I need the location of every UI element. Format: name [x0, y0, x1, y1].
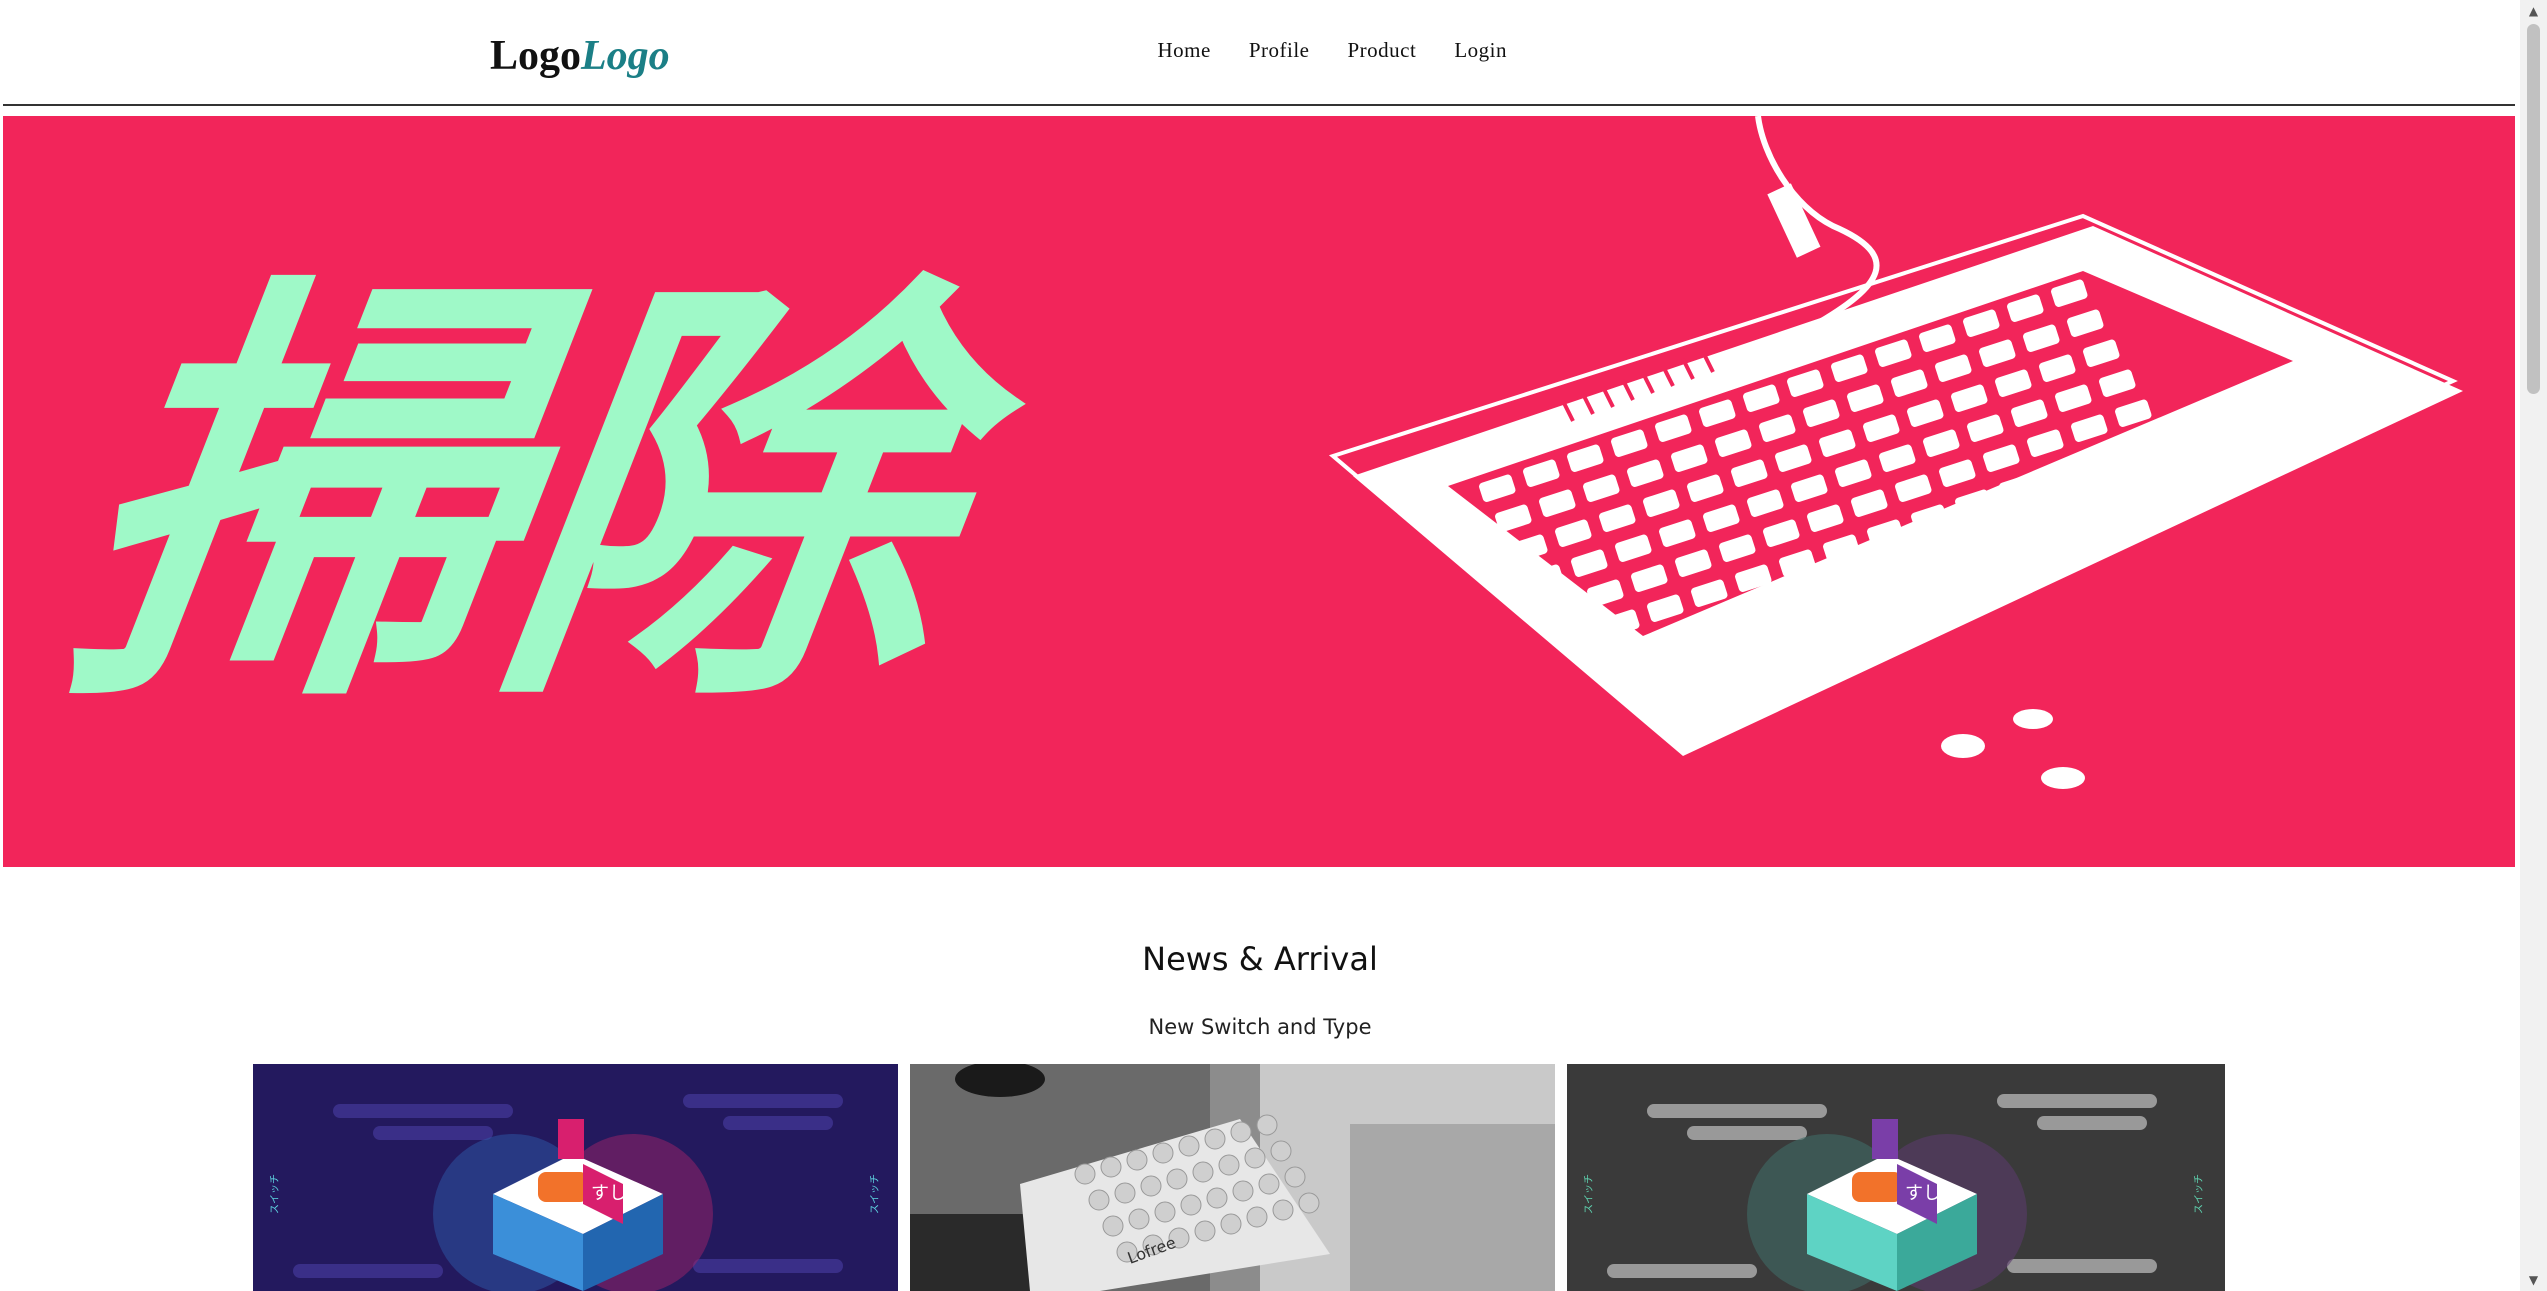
card-sushi-label-2: すし	[1905, 1183, 1941, 1204]
scroll-thumb[interactable]	[2527, 24, 2540, 394]
photo-keycap	[1230, 1121, 1252, 1143]
scroll-up-arrow-icon[interactable]: ▲	[2520, 0, 2547, 22]
photo-keycap	[1100, 1156, 1122, 1178]
photo-keycap	[1192, 1161, 1214, 1183]
photo-keycap	[1154, 1201, 1176, 1223]
news-subtitle: New Switch and Type	[1148, 1015, 1372, 1039]
photo-keycap	[1178, 1135, 1200, 1157]
photo-keycap	[1272, 1199, 1294, 1221]
card-side-label-right: スイッチ	[869, 1174, 881, 1214]
hero-banner: 掃除	[3, 116, 2515, 867]
news-cards: すし スイッチ スイッチ Lofree すし スイッチ スイッチ	[253, 1064, 2225, 1291]
photo-keycap	[1270, 1140, 1292, 1162]
nav-product[interactable]: Product	[1348, 38, 1417, 63]
nav-profile[interactable]: Profile	[1249, 38, 1310, 63]
news-card-sushi-switch-grey[interactable]: すし スイッチ スイッチ	[1567, 1064, 2225, 1291]
header-divider	[3, 104, 2515, 106]
photo-keycap	[1088, 1189, 1110, 1211]
photo-keycap	[1194, 1220, 1216, 1242]
card-side-label-left-2: スイッチ	[1583, 1174, 1595, 1214]
logo-text-primary: Logo	[490, 33, 582, 79]
photo-keycap	[1232, 1180, 1254, 1202]
photo-keycap	[1074, 1163, 1096, 1185]
news-card-sushi-switch-purple[interactable]: すし スイッチ スイッチ	[253, 1064, 898, 1291]
photo-keycap	[1206, 1187, 1228, 1209]
photo-keycap	[1140, 1175, 1162, 1197]
photo-keycap	[1166, 1168, 1188, 1190]
photo-keycap	[1220, 1213, 1242, 1235]
photo-keycap	[1102, 1215, 1124, 1237]
photo-keycap	[1152, 1142, 1174, 1164]
photo-keycap	[1180, 1194, 1202, 1216]
card-side-label-right-2: スイッチ	[2193, 1174, 2205, 1214]
photo-keycap	[1256, 1114, 1278, 1136]
photo-keycap	[1244, 1147, 1266, 1169]
photo-keycap	[1258, 1173, 1280, 1195]
card-sushi-label: すし	[591, 1183, 627, 1204]
main-nav: Home Profile Product Login	[1158, 38, 1507, 63]
photo-keycap	[1126, 1149, 1148, 1171]
photo-keycap	[1246, 1206, 1268, 1228]
nav-login[interactable]: Login	[1454, 38, 1507, 63]
nav-home[interactable]: Home	[1158, 38, 1211, 63]
card-side-label-left: スイッチ	[269, 1174, 281, 1214]
site-header: LogoLogo Home Profile Product Login	[0, 0, 2520, 106]
page-scrollbar[interactable]: ▲ ▼	[2520, 0, 2547, 1291]
photo-keycap	[1284, 1166, 1306, 1188]
logo-text-accent: Logo	[581, 33, 670, 79]
photo-keycap	[1298, 1192, 1320, 1214]
photo-keycap	[1204, 1128, 1226, 1150]
news-title: News & Arrival	[1142, 940, 1378, 978]
photo-keycap	[1114, 1182, 1136, 1204]
photo-keycap	[1218, 1154, 1240, 1176]
photo-keycap	[1128, 1208, 1150, 1230]
hero-headline: 掃除	[43, 244, 1054, 755]
news-card-keyboard-photo[interactable]: Lofree	[910, 1064, 1555, 1291]
scroll-down-arrow-icon[interactable]: ▼	[2520, 1269, 2547, 1291]
site-logo[interactable]: LogoLogo	[490, 28, 670, 84]
